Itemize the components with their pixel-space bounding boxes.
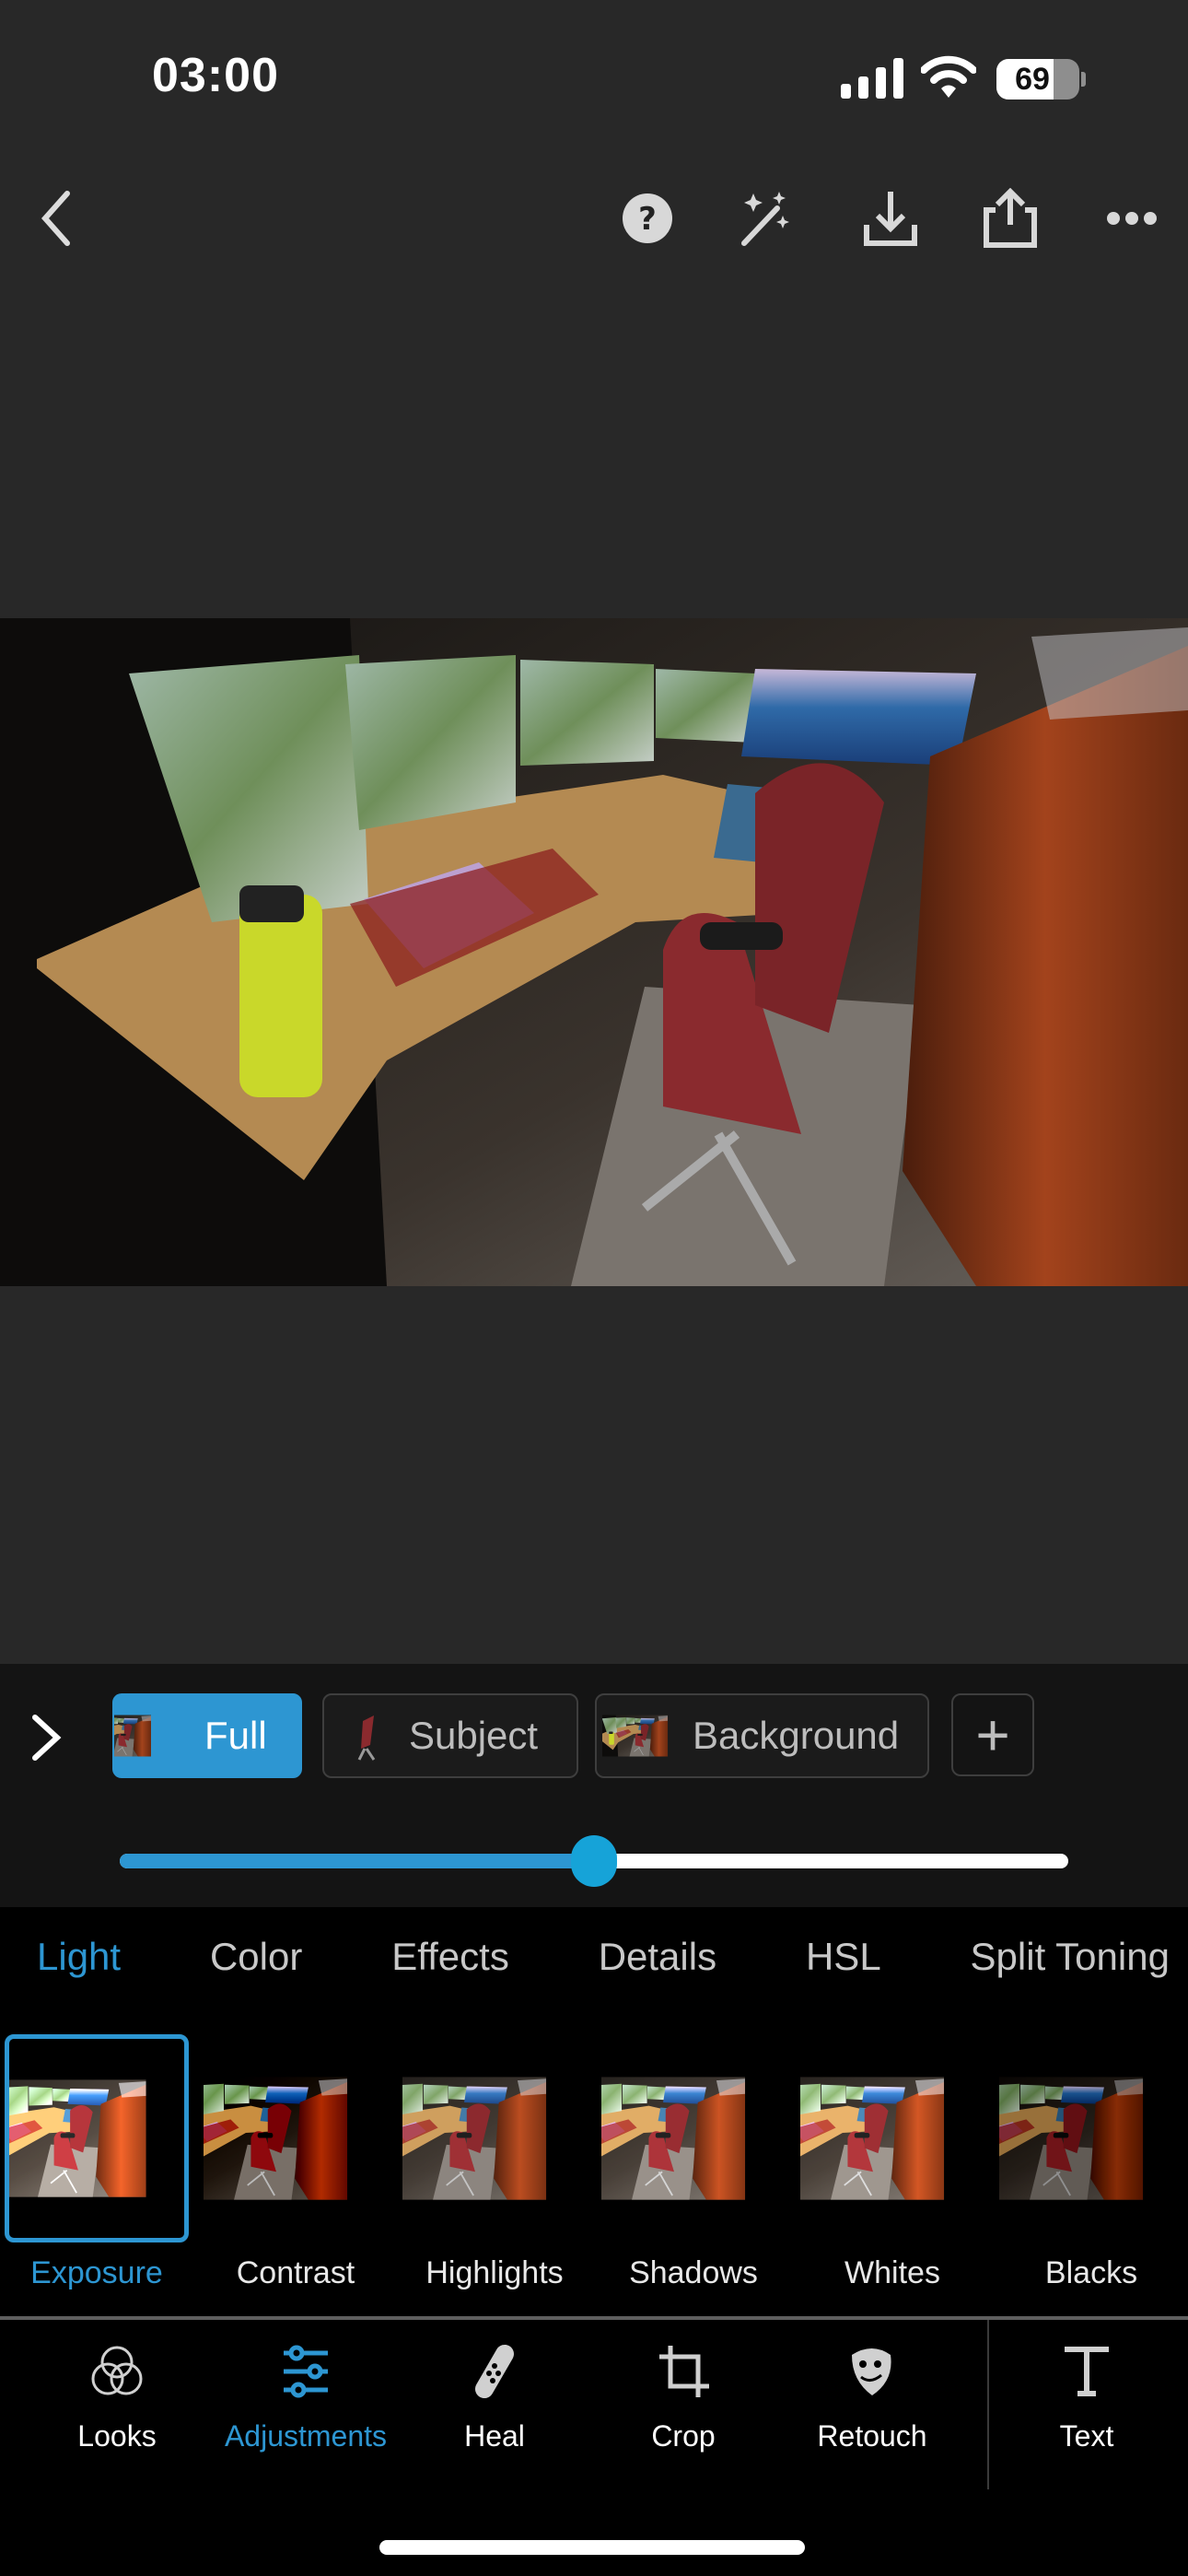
magic-wand-icon[interactable]	[733, 184, 801, 252]
nav-adjustments[interactable]: Adjustments	[214, 2344, 398, 2453]
text-icon	[995, 2344, 1179, 2399]
photo-canvas[interactable]	[0, 618, 1188, 1286]
tool-blacks[interactable]	[999, 2034, 1183, 2242]
nav-retouch[interactable]: Retouch	[780, 2344, 964, 2453]
tool-preview	[402, 2034, 587, 2242]
tab-details[interactable]: Details	[599, 1935, 716, 1979]
tool-shadows[interactable]	[601, 2034, 786, 2242]
expand-masks-chevron-icon[interactable]	[26, 1712, 66, 1763]
nav-looks[interactable]: Looks	[25, 2344, 209, 2453]
tool-exposure[interactable]	[5, 2034, 189, 2242]
nav-divider	[987, 2320, 989, 2489]
bandage-icon	[402, 2344, 587, 2399]
status-time: 03:00	[152, 49, 279, 102]
tool-preview	[999, 2034, 1183, 2242]
adjustment-tabs: Light Color Effects Details HSL Split Toning	[37, 1935, 1170, 1979]
tool-highlights[interactable]	[402, 2034, 587, 2242]
nav-label: Looks	[77, 2419, 157, 2453]
tool-preview	[9, 2039, 184, 2238]
mask-thumbnail	[357, 1715, 376, 1761]
tab-hsl[interactable]: HSL	[806, 1935, 881, 1979]
tool-label: Blacks	[1044, 2255, 1138, 2290]
mask-label: Full	[204, 1714, 267, 1757]
mask-chip-subject[interactable]: Subject	[322, 1693, 578, 1778]
tool-preview	[204, 2034, 388, 2242]
nav-label: Retouch	[817, 2419, 927, 2453]
mask-thumbnail	[114, 1695, 188, 1776]
mask-thumbnail	[602, 1708, 676, 1763]
tool-label: Whites	[844, 2255, 940, 2290]
divider	[0, 2316, 1188, 2320]
tool-label: Contrast	[236, 2255, 355, 2290]
mask-label: Subject	[409, 1714, 539, 1757]
back-chevron-icon[interactable]	[22, 184, 90, 252]
tool-preview	[800, 2034, 984, 2242]
tab-effects[interactable]: Effects	[391, 1935, 509, 1979]
nav-label: Crop	[651, 2419, 716, 2453]
mask-chip-full[interactable]: Full	[112, 1693, 302, 1778]
sliders-icon	[214, 2344, 398, 2399]
mask-chip-background[interactable]: Background	[595, 1693, 929, 1778]
tool-label: Shadows	[629, 2255, 758, 2290]
retouch-mask-icon	[780, 2344, 964, 2399]
home-indicator	[379, 2540, 805, 2555]
tool-whites[interactable]	[800, 2034, 984, 2242]
tab-light[interactable]: Light	[37, 1935, 121, 1979]
help-icon[interactable]: ?	[613, 184, 681, 252]
add-mask-button[interactable]: +	[951, 1693, 1034, 1776]
wifi-icon	[921, 55, 976, 98]
nav-text[interactable]: Text	[995, 2344, 1179, 2453]
nav-label: Text	[1059, 2419, 1114, 2453]
tool-label: Exposure	[30, 2255, 163, 2290]
mask-label: Background	[693, 1714, 900, 1757]
tab-color[interactable]: Color	[210, 1935, 302, 1979]
tab-split-toning[interactable]: Split Toning	[971, 1935, 1170, 1979]
tool-label: Highlights	[425, 2255, 564, 2290]
share-icon[interactable]	[976, 184, 1044, 252]
battery-indicator: 69	[996, 59, 1079, 100]
nav-heal[interactable]: Heal	[402, 2344, 587, 2453]
battery-percent: 69	[1015, 62, 1050, 97]
nav-label: Adjustments	[224, 2419, 388, 2453]
cellular-signal-icon	[841, 58, 903, 99]
slider-thumb[interactable]	[571, 1835, 617, 1887]
nav-label: Heal	[464, 2419, 525, 2453]
svg-text:?: ?	[638, 201, 657, 238]
nav-crop[interactable]: Crop	[591, 2344, 775, 2453]
slider-fill	[120, 1854, 594, 1868]
looks-circles-icon	[25, 2344, 209, 2399]
download-icon[interactable]	[856, 184, 925, 252]
tool-contrast[interactable]	[204, 2034, 388, 2242]
battery-nub	[1081, 72, 1086, 87]
crop-icon	[591, 2344, 775, 2399]
more-icon[interactable]	[1098, 184, 1166, 252]
tool-preview	[601, 2034, 786, 2242]
